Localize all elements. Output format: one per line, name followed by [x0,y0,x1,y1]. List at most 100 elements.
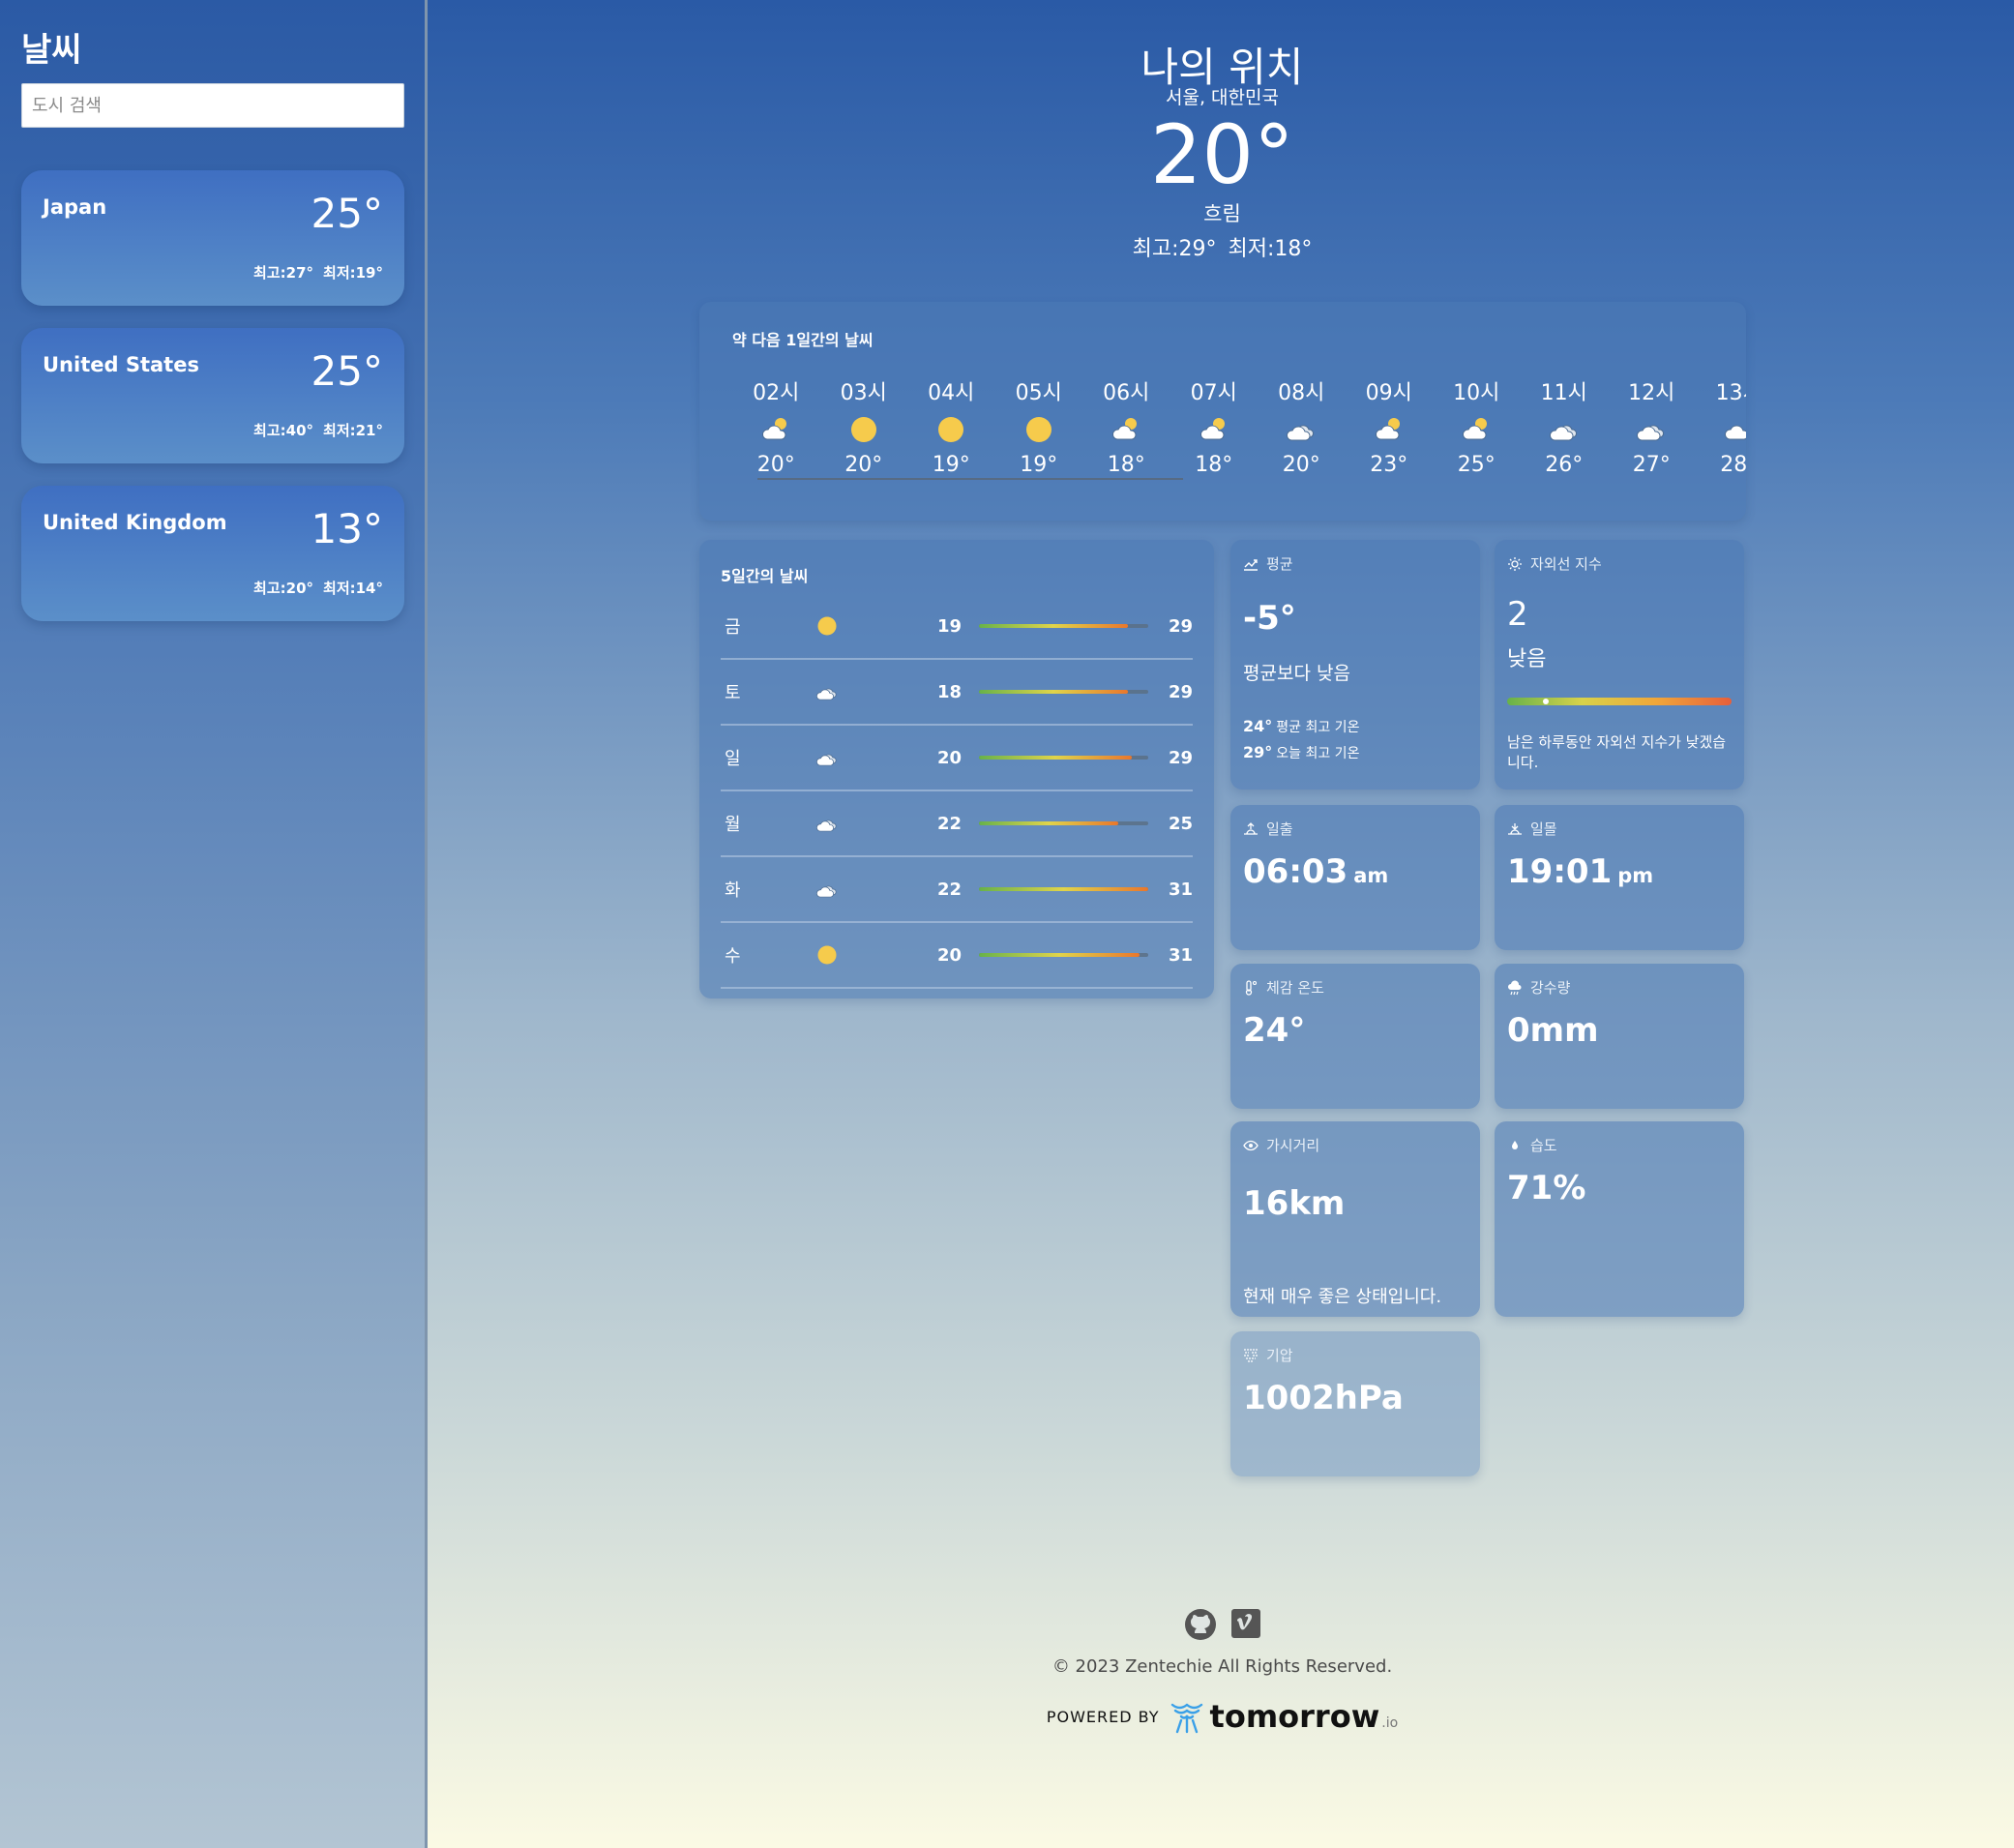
day-high: 25 [1168,813,1193,834]
cloudy-icon [815,885,837,898]
vimeo-icon[interactable] [1230,1608,1261,1639]
hour-temp: 20° [1282,453,1320,477]
city-high: 최고:27° [253,264,314,282]
sunrise-value: 06:03 am [1243,852,1467,891]
hour-temp: 28° [1720,453,1746,477]
uv-scale-bar [1507,698,1732,705]
hour-icon [1696,406,1746,453]
hourly-forecast-panel[interactable]: 약 다음 1일간의 날씨 02시 20° 03시 20° 04시 19° 05시 19… [699,302,1746,521]
day-icon [788,813,866,834]
sunset-tile: 일몰 19:01 pm [1495,805,1744,950]
sunrise-unit: am [1353,864,1389,887]
hour-temp: 19° [1020,453,1058,477]
sun-icon [850,417,876,442]
current-low: 최저:18° [1228,237,1313,261]
thermometer-icon [1245,979,1258,996]
day-name: 화 [725,880,741,901]
cloud-icon [1724,425,1746,440]
day-temp-bar [979,887,1149,891]
average-high-label: 평균 최고 기온 [1276,720,1360,735]
current-range: 최고:29° 최저:18° [430,231,2014,262]
current-high: 최고:29° [1132,237,1217,261]
brand-suffix: .io [1381,1715,1399,1731]
city-card-united-states[interactable]: United States 25° 최고:40° 최저:21° [21,328,404,463]
current-weather: 나의 위치 서울, 대한민국 20° 흐림 최고:29° 최저:18° [430,35,2014,262]
humidity-label: 습도 [1530,1137,1557,1154]
city-high: 최고:20° [253,580,314,597]
city-temp: 13° [311,505,383,552]
feels-like-label: 체감 온도 [1266,979,1324,997]
eye-icon [1243,1140,1259,1150]
hour-icon [1082,406,1170,453]
city-card-japan[interactable]: Japan 25° 최고:27° 최저:19° [21,170,404,306]
sun-icon [938,417,964,442]
hour-label: 07시 [1190,381,1237,405]
visibility-header: 가시거리 [1243,1135,1467,1155]
current-temp: 20° [1150,107,1294,202]
hour-icon [995,406,1083,453]
daily-row: 금 19 29 [721,594,1193,660]
hour-item: 11시 26° [1521,375,1609,477]
average-header: 평균 [1243,553,1467,574]
city-card-united-kingdom[interactable]: United Kingdom 13° 최고:20° 최저:14° [21,486,404,621]
sun-icon [816,616,837,636]
day-icon [788,944,866,966]
day-temp-bar [979,756,1149,760]
visibility-label: 가시거리 [1266,1137,1320,1154]
average-details: 24° 평균 최고 기온 29° 오늘 최고 기온 [1243,714,1467,766]
powered-by[interactable]: POWERED BY tomorrow .io [430,1698,2014,1735]
day-temp-bar-fill [979,756,1132,760]
copyright: © 2023 Zentechie All Rights Reserved. [1051,1656,1393,1677]
city-name: United States [43,353,199,376]
hour-icon [1346,406,1434,453]
day-icon [788,879,866,900]
day-icon [788,681,866,702]
hour-icon [907,406,995,453]
sunset-value: 19:01 pm [1507,852,1732,891]
github-icon[interactable] [1184,1608,1217,1641]
sidebar: 날씨 Japan 25° 최고:27° 최저:19° United States … [0,0,428,1848]
location-title: 나의 위치 [1140,44,1304,91]
hour-item: 07시 18° [1170,375,1259,477]
hour-icon [732,406,820,453]
uv-header: 자외선 지수 [1507,553,1732,574]
tomorrow-logo-icon [1170,1703,1202,1734]
day-temp-bar [979,690,1149,694]
city-name: Japan [43,195,107,219]
hour-label: 04시 [928,381,975,405]
app-title: 날씨 [21,31,82,70]
sunrise-time: 06:03 [1243,852,1348,891]
sunrise-icon [1244,821,1258,835]
hour-label: 11시 [1540,381,1587,405]
sun-outline-icon [1508,556,1522,571]
brand-name: tomorrow [1209,1698,1380,1735]
city-search-input[interactable] [21,83,404,128]
hour-label: 05시 [1015,381,1062,405]
day-low: 22 [936,879,963,900]
partly-cloudy-icon [762,418,787,440]
hour-temp: 20° [756,453,795,477]
hour-label: 06시 [1103,381,1150,405]
day-high: 31 [1168,944,1193,966]
day-temp-bar-fill [979,690,1129,694]
today-high-value: 29° [1243,743,1273,761]
hour-temp: 20° [844,453,883,477]
hour-item: 06시 18° [1082,375,1170,477]
feels-like-value: 24° [1243,1011,1306,1050]
sunrise-tile: 일출 06:03 am [1230,805,1480,950]
cloudy-icon [815,820,837,832]
hour-item: 09시 23° [1346,375,1434,477]
hour-label: 12시 [1628,381,1675,405]
pressure-header: 기압 [1243,1345,1467,1365]
sunset-time: 19:01 [1507,852,1613,891]
hour-temp: 27° [1632,453,1671,477]
sunset-label: 일몰 [1530,820,1557,838]
city-low: 최저:21° [323,422,383,439]
day-icon [788,747,866,768]
hour-label: 02시 [753,381,800,405]
precipitation-header: 강수량 [1507,977,1732,998]
powered-by-label: POWERED BY [1046,1707,1160,1726]
day-low: 19 [936,615,963,637]
cloudy-icon [1637,425,1665,441]
day-temp-bar [979,953,1149,957]
